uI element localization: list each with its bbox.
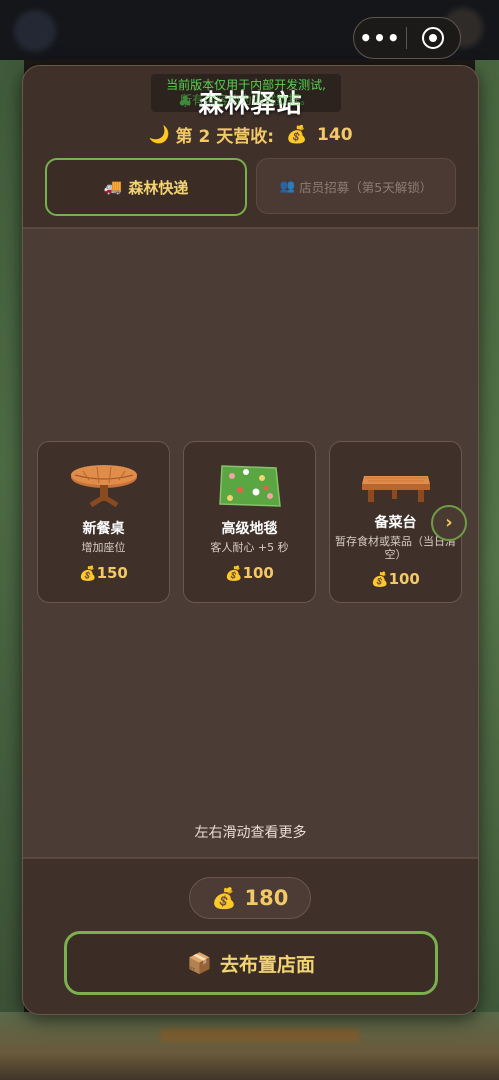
backdrop-plank [160, 1028, 360, 1042]
item-price: 💰100 [184, 564, 315, 582]
dev-notice-line1: 当前版本仅用于内部开发测试, [166, 78, 326, 92]
backdrop-forest-left [0, 60, 24, 1080]
miniprogram-capsule: ••• [353, 17, 461, 59]
money-bag-icon: 💰 [211, 886, 237, 910]
money-bag-icon: 💰 [285, 124, 308, 145]
scroll-hint: 左右滑动查看更多 [194, 825, 307, 841]
price-value: 100 [242, 564, 274, 582]
tab-forest-express[interactable]: 🚚 森林快递 [45, 158, 247, 216]
revenue-label: 第 2 天营收: [175, 127, 275, 147]
shop-dialog: 森林驿站 当前版本仅用于内部开发测试, 所有内容均为测试数据。 ♣ 🌙 第 2 … [22, 65, 479, 1015]
item-name: 高级地毯 [221, 521, 278, 537]
cta-label: 去布置店面 [219, 953, 315, 976]
dialog-header: 森林驿站 当前版本仅用于内部开发测试, 所有内容均为测试数据。 ♣ 🌙 第 2 … [23, 66, 478, 228]
item-desc: 客人耐心 +5 秒 [210, 541, 289, 554]
people-icon: 👥 [279, 178, 296, 193]
shop-item-card[interactable]: 新餐桌 增加座位 💰150 [37, 441, 170, 603]
tab-staff-recruit[interactable]: 👥 店员招募（第5天解锁） [256, 158, 456, 214]
tab-label: 森林快递 [128, 178, 189, 197]
item-name: 新餐桌 [82, 521, 125, 537]
price-value: 150 [96, 564, 128, 582]
flower-rug-icon [184, 458, 315, 514]
money-bag-icon: 💰 [225, 566, 243, 582]
shop-item-card[interactable]: 高级地毯 客人耐心 +5 秒 💰100 [183, 441, 316, 603]
arrange-store-button[interactable]: 📦 去布置店面 [64, 931, 438, 995]
backdrop-ground [0, 1012, 499, 1080]
revenue-value: 140 [317, 124, 353, 145]
dialog-footer: 💰 180 📦 去布置店面 [23, 859, 478, 1014]
item-desc: 增加座位 [81, 541, 126, 554]
item-carousel[interactable]: 新餐桌 增加座位 💰150 高级地毯 客人耐心 +5 秒 💰100 备菜台 暂存… [23, 229, 478, 857]
target-icon [422, 27, 444, 49]
moon-icon: 🌙 [148, 124, 170, 145]
tab-label: 店员招募（第5天解锁） [299, 179, 433, 195]
truck-icon: 🚚 [103, 178, 123, 196]
box-icon: 📦 [187, 951, 212, 975]
item-price: 💰150 [38, 564, 169, 582]
money-bag-icon: 💰 [371, 572, 389, 588]
coin-balance: 💰 180 [189, 877, 311, 919]
balance-value: 180 [244, 886, 289, 910]
more-options-button[interactable]: ••• [354, 18, 406, 58]
round-table-icon [38, 458, 169, 514]
daily-revenue: 🌙 第 2 天营收: 💰 140 [23, 122, 478, 148]
item-desc: 暂存食材或菜品（当日清空） [335, 535, 456, 561]
price-value: 100 [388, 570, 420, 588]
item-price: 💰100 [330, 570, 461, 588]
tree-icon: ♣ [178, 92, 193, 111]
money-bag-icon: 💰 [79, 566, 97, 582]
backdrop-avatar-blur [14, 10, 56, 52]
scroll-right-button[interactable]: › [431, 505, 467, 541]
close-miniprogram-button[interactable] [407, 27, 459, 49]
